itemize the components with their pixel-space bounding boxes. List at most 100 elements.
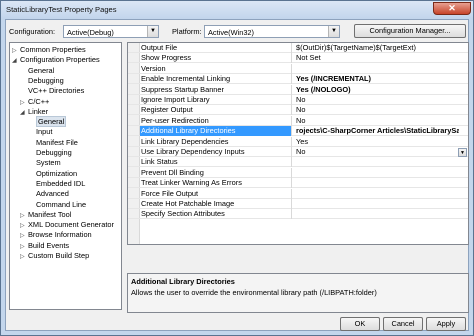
property-row[interactable]: Link Library Dependencies Yes — [128, 136, 468, 147]
property-row[interactable]: Show Progress Not Set — [128, 53, 468, 64]
property-name: Link Library Dependencies — [140, 136, 292, 147]
tree-item[interactable]: ▷ C/C++ — [20, 97, 49, 107]
property-value: No — [296, 95, 306, 104]
tree-item[interactable]: ▷ Manifest Tool — [20, 210, 71, 220]
tree-item-label: Embedded IDL — [36, 178, 86, 188]
platform-label: Platform: — [172, 27, 202, 36]
property-value: Yes — [296, 136, 309, 146]
property-row[interactable]: Per-user Redirection No — [128, 115, 468, 126]
tree-item-label: Input — [36, 127, 53, 137]
configuration-select[interactable]: Active(Debug) ▼ — [63, 25, 159, 38]
tree-item-label: Browse Information — [28, 230, 92, 240]
property-name: Specify Section Attributes — [140, 209, 292, 220]
property-value — [294, 178, 466, 188]
property-value: Not Set — [296, 53, 321, 63]
tree-item[interactable]: ▷ Build Events — [20, 241, 69, 251]
property-row[interactable]: Treat Linker Warning As Errors — [128, 178, 468, 189]
property-row[interactable]: Version — [128, 63, 468, 74]
property-name: Prevent Dll Binding — [140, 167, 292, 178]
expanded-arrow-icon[interactable]: ◢ — [20, 108, 28, 118]
tree-item[interactable]: Command Line — [28, 200, 86, 210]
property-row[interactable]: Prevent Dll Binding — [128, 167, 468, 178]
ok-button[interactable]: OK — [340, 317, 380, 331]
tree-item-label: Manifest File — [36, 137, 78, 147]
tree-item[interactable]: System — [28, 158, 61, 168]
property-name: Link Status — [140, 157, 292, 168]
tree-item[interactable]: Debugging — [28, 148, 72, 158]
cancel-button[interactable]: Cancel — [383, 317, 423, 331]
tree-item[interactable]: ▷ Browse Information — [20, 230, 92, 240]
close-button[interactable]: ✕ — [433, 2, 471, 15]
property-name: Use Library Dependency Inputs — [140, 147, 292, 157]
property-row[interactable]: Link Status — [128, 157, 468, 168]
tree-item[interactable]: ◢ Configuration Properties — [12, 55, 100, 65]
configuration-value: Active(Debug) — [67, 28, 114, 37]
tree-item-label: Advanced — [36, 189, 69, 199]
property-value — [294, 157, 466, 167]
collapsed-arrow-icon[interactable]: ▷ — [20, 252, 28, 262]
tree-item-label: Custom Build Step — [28, 251, 90, 260]
property-value: No — [296, 105, 306, 115]
tree-item[interactable]: ▷ Common Properties — [12, 45, 86, 55]
chevron-down-icon: ▼ — [147, 26, 158, 37]
property-name: Output File — [140, 43, 292, 53]
chevron-down-icon[interactable]: ▼ — [458, 148, 467, 157]
property-row[interactable]: Ignore Import Library No — [128, 95, 468, 105]
configuration-label: Configuration: — [9, 27, 56, 36]
tree-item[interactable]: Manifest File — [28, 138, 78, 148]
property-row[interactable]: Output File $(OutDir)$(TargetName)$(Targe… — [128, 43, 468, 53]
property-value — [294, 189, 466, 199]
tree-item-label: Optimization — [36, 168, 78, 178]
tree-item-label: Debugging — [28, 75, 64, 85]
property-pages-window: StaticLibraryTest Property Pages ✕ Confi… — [0, 0, 474, 336]
window-title: StaticLibraryTest Property Pages — [6, 5, 117, 14]
category-tree[interactable]: ▷ Common Properties ◢ Configuration Propert… — [9, 42, 122, 310]
tree-item[interactable]: Input — [28, 127, 52, 137]
property-value: No — [296, 115, 306, 125]
tree-item[interactable]: General — [28, 116, 67, 128]
tree-item-label: General — [28, 65, 55, 75]
tree-item-label: VC++ Directories — [28, 86, 85, 96]
property-value-editor[interactable]: rojects\C-SharpCorner Articles\StaticLib… — [294, 126, 459, 136]
tree-item-label: Build Events — [28, 240, 70, 250]
tree-item[interactable]: Embedded IDL — [28, 179, 85, 189]
property-row[interactable]: Force File Output — [128, 188, 468, 199]
tree-item[interactable]: Optimization — [28, 169, 77, 179]
tree-item-label: Debugging — [36, 148, 72, 157]
property-value: No — [296, 147, 306, 156]
property-row[interactable]: Additional Library Directories rojects\C-… — [128, 126, 468, 137]
tree-item-label: C/C++ — [28, 96, 50, 106]
tree-item[interactable]: ▷ Custom Build Step — [20, 251, 89, 261]
platform-select[interactable]: Active(Win32) ▼ — [204, 25, 340, 38]
property-name: Register Output — [140, 105, 292, 116]
property-name: Additional Library Directories — [140, 126, 292, 137]
tree-item[interactable]: Advanced — [28, 189, 69, 199]
property-row[interactable]: Use Library Dependency Inputs No — [128, 147, 468, 157]
property-name: Suppress Startup Banner — [140, 84, 292, 95]
tree-item-label: Linker — [28, 106, 49, 116]
apply-button[interactable]: Apply — [426, 317, 466, 331]
property-name: Enable Incremental Linking — [140, 74, 292, 85]
expanded-arrow-icon[interactable]: ◢ — [12, 56, 20, 66]
property-value: Yes (/INCREMENTAL) — [296, 74, 372, 84]
tree-item-label: Command Line — [36, 199, 87, 209]
property-grid[interactable]: Output File $(OutDir)$(TargetName)$(Targe… — [127, 42, 469, 245]
tree-item-label: Configuration Properties — [20, 55, 100, 65]
property-row[interactable]: Suppress Startup Banner Yes (/NOLOGO) — [128, 84, 468, 95]
description-text: Allows the user to override the environm… — [131, 288, 377, 297]
property-row[interactable]: Create Hot Patchable Image — [128, 199, 468, 209]
tree-item[interactable]: General — [20, 66, 54, 76]
tree-item[interactable]: VC++ Directories — [20, 86, 84, 96]
property-row[interactable]: Specify Section Attributes — [128, 209, 468, 220]
property-row[interactable]: Enable Incremental Linking Yes (/INCREMEN… — [128, 74, 468, 85]
tree-item[interactable]: ▷ XML Document Generator — [20, 220, 114, 230]
configuration-manager-button[interactable]: Configuration Manager... — [354, 24, 466, 38]
tree-item[interactable]: Debugging — [20, 76, 64, 86]
title-bar[interactable]: StaticLibraryTest Property Pages ✕ — [1, 1, 473, 19]
property-value — [294, 64, 466, 74]
dialog-body: Configuration: Active(Debug) ▼ Platform:… — [5, 19, 469, 331]
property-name: Create Hot Patchable Image — [140, 199, 292, 209]
property-row[interactable]: Register Output No — [128, 105, 468, 116]
tree-item-label: General — [36, 116, 67, 128]
property-name: Ignore Import Library — [140, 95, 292, 105]
